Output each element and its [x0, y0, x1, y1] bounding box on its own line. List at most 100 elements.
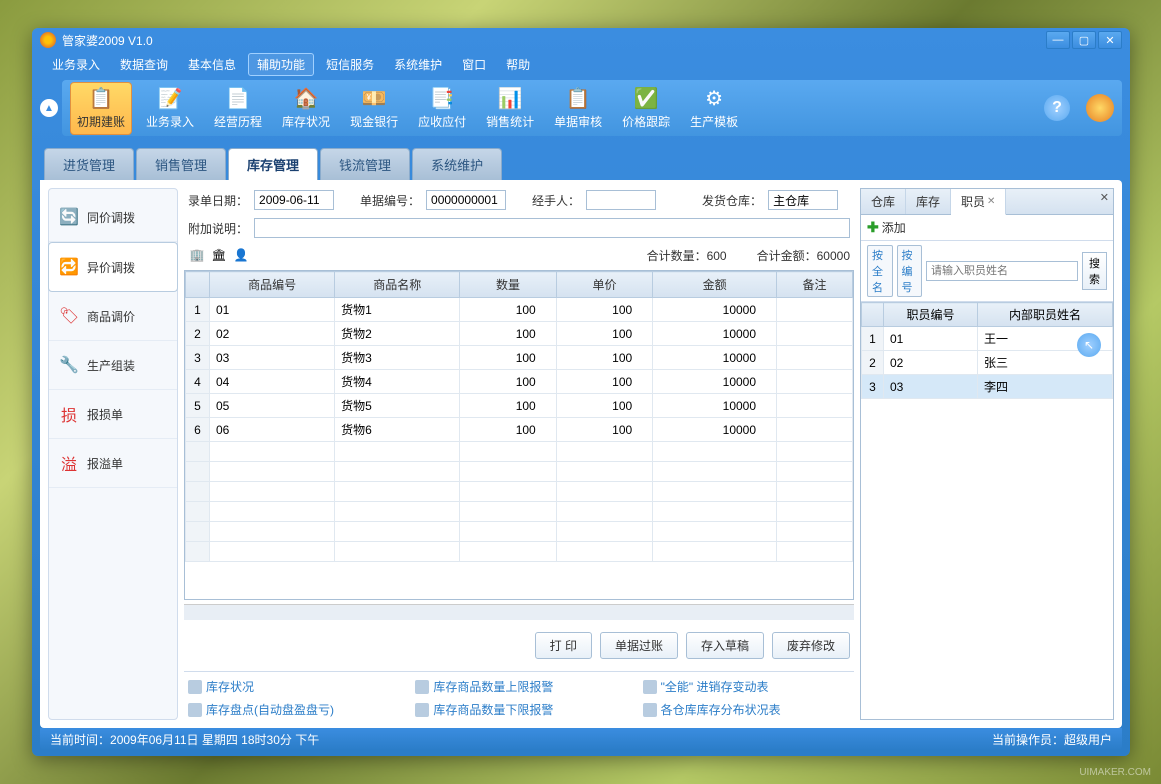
staff-row[interactable]: 101王一: [862, 327, 1113, 351]
link-1[interactable]: 库存商品数量上限报警: [415, 678, 622, 695]
table-row[interactable]: 606货物610010010000: [186, 418, 853, 442]
action-btn-0[interactable]: 打 印: [535, 632, 592, 659]
toolbar-6[interactable]: 📊销售统计: [480, 83, 540, 134]
toolbar-8[interactable]: ✅价格跟踪: [616, 83, 676, 134]
docno-label: 单据编号：: [360, 192, 420, 209]
menu-3[interactable]: 辅助功能: [248, 53, 314, 76]
main-tabs: 进货管理销售管理库存管理钱流管理系统维护: [32, 148, 1130, 180]
toolbar-2[interactable]: 📄经营历程: [208, 83, 268, 134]
table-row[interactable]: 303货物310010010000: [186, 346, 853, 370]
link-4[interactable]: 库存商品数量下限报警: [415, 701, 622, 718]
tool-icon-3: 🏠: [292, 87, 320, 111]
remark-input[interactable]: [254, 218, 850, 238]
sidebar-item-5[interactable]: 溢报溢单: [49, 439, 177, 488]
search-input[interactable]: [926, 261, 1078, 281]
menubar: 业务录入数据查询基本信息辅助功能短信服务系统维护窗口帮助: [32, 52, 1130, 76]
menu-1[interactable]: 数据查询: [112, 54, 176, 75]
tab-close-icon[interactable]: ✕: [987, 196, 995, 207]
rp-tab-0[interactable]: 仓库: [861, 189, 906, 214]
action-btn-2[interactable]: 存入草稿: [686, 632, 764, 659]
toolbar-0[interactable]: 📋初期建账: [70, 82, 132, 135]
maximize-button[interactable]: ▢: [1072, 31, 1096, 49]
data-grid[interactable]: 商品编号商品名称数量单价金额备注101货物110010010000202货物21…: [184, 270, 854, 600]
rp-tab-2[interactable]: 职员✕: [951, 189, 1006, 215]
tool-icon-1: 📝: [156, 87, 184, 111]
warehouse-input[interactable]: [768, 190, 838, 210]
main-tab-0[interactable]: 进货管理: [44, 148, 134, 180]
tool-icon-0: 📋: [87, 87, 115, 111]
toolbar-collapse-icon[interactable]: ▲: [40, 99, 58, 117]
menu-2[interactable]: 基本信息: [180, 54, 244, 75]
help-icon[interactable]: ?: [1044, 95, 1070, 121]
horizontal-scrollbar[interactable]: [184, 604, 854, 620]
link-icon: [415, 703, 429, 717]
statusbar: 当前时间：2009年06月11日 星期四 18时30分 下午 当前操作员：超级用…: [40, 728, 1122, 750]
tool-icon-5: 📑: [428, 87, 456, 111]
link-3[interactable]: 库存盘点(自动盘盈盘亏): [188, 701, 395, 718]
menu-7[interactable]: 帮助: [498, 54, 538, 75]
link-5[interactable]: 各仓库库存分布状况表: [643, 701, 850, 718]
add-button[interactable]: ✚ 添加: [867, 219, 906, 236]
toolbar-9[interactable]: ⚙生产模板: [684, 83, 744, 134]
search-button[interactable]: 搜索: [1082, 252, 1107, 290]
toolbar-5[interactable]: 📑应收应付: [412, 83, 472, 134]
tool-icon-7: 📋: [564, 87, 592, 111]
action-btn-3[interactable]: 废弃修改: [772, 632, 850, 659]
panel-close-icon[interactable]: ✕: [1100, 191, 1109, 204]
tool-icon-8: ✅: [632, 87, 660, 111]
link-icon: [188, 703, 202, 717]
grid-icon-1[interactable]: 🏢: [188, 246, 206, 264]
staff-row[interactable]: 202张三: [862, 351, 1113, 375]
table-row[interactable]: 202货物210010010000: [186, 322, 853, 346]
sidebar-item-1[interactable]: 🔁异价调拨: [48, 242, 178, 292]
handler-input[interactable]: [586, 190, 656, 210]
sidebar-icon-5: 溢: [59, 453, 79, 473]
main-tab-4[interactable]: 系统维护: [412, 148, 502, 180]
toolbar-3[interactable]: 🏠库存状况: [276, 83, 336, 134]
person-icon[interactable]: 👤: [232, 246, 250, 264]
tool-icon-6: 📊: [496, 87, 524, 111]
sidebar-icon-0: 🔄: [59, 207, 79, 227]
staff-row[interactable]: 303李四: [862, 375, 1113, 399]
main-tab-3[interactable]: 钱流管理: [320, 148, 410, 180]
date-input[interactable]: [254, 190, 334, 210]
toolbar-4[interactable]: 💴现金银行: [344, 83, 404, 134]
close-button[interactable]: ✕: [1098, 31, 1122, 49]
sidebar-label-5: 报溢单: [87, 455, 123, 472]
rp-tab-1[interactable]: 库存: [906, 189, 951, 214]
action-btn-1[interactable]: 单据过账: [600, 632, 678, 659]
write-icon[interactable]: [1086, 94, 1114, 122]
toolbar-1[interactable]: 📝业务录入: [140, 83, 200, 134]
toolbar: 📋初期建账📝业务录入📄经营历程🏠库存状况💴现金银行📑应收应付📊销售统计📋单据审核…: [62, 80, 1122, 136]
link-icon: [188, 680, 202, 694]
toolbar-7[interactable]: 📋单据审核: [548, 83, 608, 134]
main-tab-1[interactable]: 销售管理: [136, 148, 226, 180]
minimize-button[interactable]: —: [1046, 31, 1070, 49]
right-panel: ✕ 仓库库存职员✕ ✚ 添加 按全名 按编号 搜索 职员编号内部职员姓名101王…: [860, 188, 1114, 720]
menu-0[interactable]: 业务录入: [44, 54, 108, 75]
sidebar-item-0[interactable]: 🔄同价调拨: [49, 193, 177, 242]
sidebar-label-2: 商品调价: [87, 308, 135, 325]
menu-4[interactable]: 短信服务: [318, 54, 382, 75]
sidebar-item-4[interactable]: 损报损单: [49, 390, 177, 439]
app-icon: [40, 32, 56, 48]
table-row[interactable]: 505货物510010010000: [186, 394, 853, 418]
menu-5[interactable]: 系统维护: [386, 54, 450, 75]
filter-code-button[interactable]: 按编号: [897, 245, 923, 297]
filter-fullname-button[interactable]: 按全名: [867, 245, 893, 297]
table-row[interactable]: 404货物410010010000: [186, 370, 853, 394]
link-0[interactable]: 库存状况: [188, 678, 395, 695]
main-tab-2[interactable]: 库存管理: [228, 148, 318, 180]
menu-6[interactable]: 窗口: [454, 54, 494, 75]
titlebar[interactable]: 管家婆2009 V1.0 — ▢ ✕: [32, 28, 1130, 52]
docno-input[interactable]: [426, 190, 506, 210]
grid-icon-2[interactable]: 🏛: [210, 246, 228, 264]
sidebar-item-3[interactable]: 🔧生产组装: [49, 341, 177, 390]
table-row[interactable]: 101货物110010010000: [186, 298, 853, 322]
total-amt: 合计金额：60000: [757, 247, 850, 264]
sidebar-label-1: 异价调拨: [87, 259, 135, 276]
staff-grid[interactable]: 职员编号内部职员姓名101王一202张三303李四: [861, 302, 1113, 719]
watermark: UIMAKER.COM: [1079, 767, 1151, 778]
link-2[interactable]: "全能" 进销存变动表: [643, 678, 850, 695]
sidebar-item-2[interactable]: 🏷商品调价: [49, 292, 177, 341]
